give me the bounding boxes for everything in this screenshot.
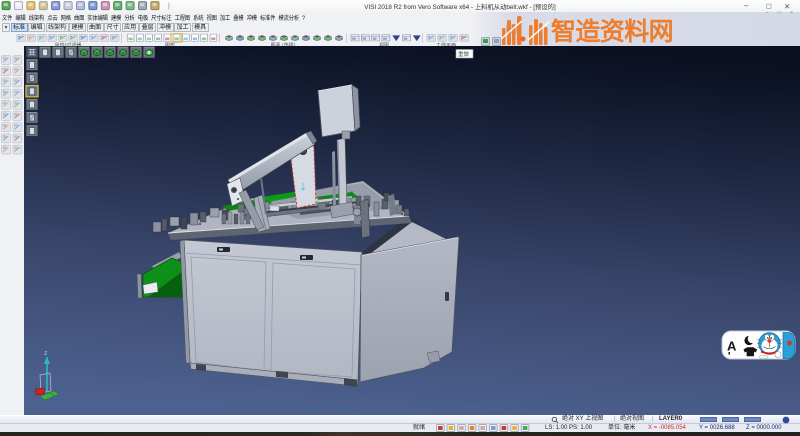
svg-text:|: | <box>168 3 170 10</box>
svg-text:重做: 重做 <box>458 50 470 58</box>
svg-text:A: A <box>727 339 737 354</box>
